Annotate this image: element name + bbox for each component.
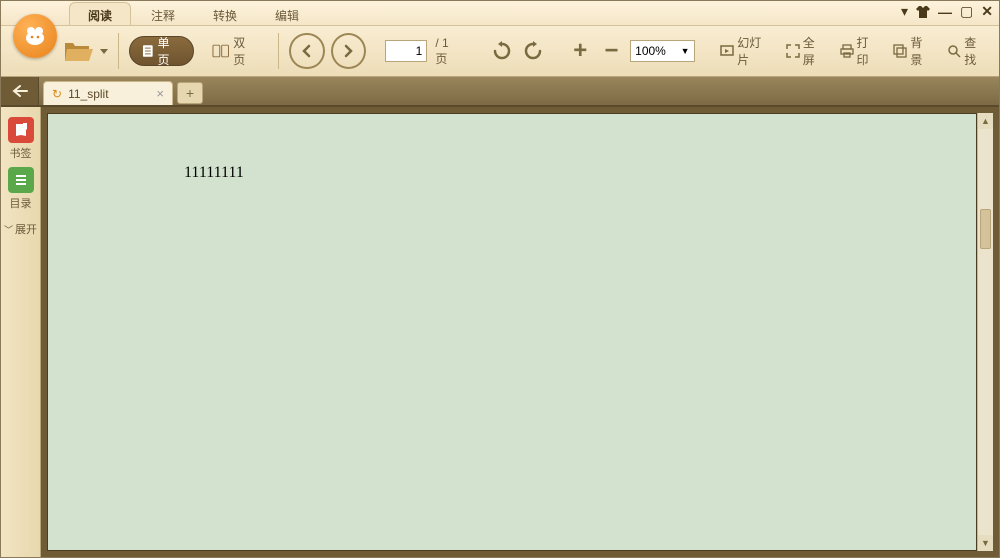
window-controls: ▾ — ▢ ✕ bbox=[901, 3, 993, 20]
slideshow-label: 幻灯片 bbox=[737, 34, 771, 68]
fullscreen-label: 全屏 bbox=[803, 34, 826, 68]
bookmark-label: 书签 bbox=[10, 145, 32, 161]
divider bbox=[118, 33, 119, 69]
open-file-dropdown[interactable] bbox=[100, 49, 108, 54]
toolbar-inner: 单页 双页 / 1页 + bbox=[61, 33, 991, 69]
toc-icon bbox=[8, 167, 34, 193]
bookmark-icon bbox=[8, 117, 34, 143]
background-label: 背景 bbox=[910, 34, 933, 68]
document-viewport[interactable]: 11111111 bbox=[47, 113, 977, 551]
fullscreen-icon bbox=[786, 44, 800, 58]
toc-label: 目录 bbox=[10, 195, 32, 211]
app-window: 阅读 注释 转换 编辑 ▾ — ▢ ✕ 单页 bbox=[0, 0, 1000, 558]
bookmark-button[interactable]: 书签 bbox=[6, 115, 36, 163]
close-icon[interactable]: ✕ bbox=[981, 3, 993, 20]
search-icon bbox=[947, 44, 961, 58]
zoom-out-button[interactable]: − bbox=[599, 38, 624, 64]
divider bbox=[278, 33, 279, 69]
content-wrap: 11111111 ▲ ▼ bbox=[41, 107, 999, 557]
scroll-track[interactable] bbox=[978, 129, 993, 535]
scroll-up-button[interactable]: ▲ bbox=[978, 113, 993, 129]
chevron-down-icon: ▼ bbox=[681, 46, 690, 56]
app-logo[interactable] bbox=[13, 14, 57, 58]
rotate-left-button[interactable] bbox=[489, 38, 514, 64]
print-label: 打印 bbox=[857, 34, 880, 68]
next-page-button[interactable] bbox=[331, 33, 366, 69]
skin-icon[interactable]: ▾ bbox=[901, 3, 908, 20]
page-total-label: / 1页 bbox=[435, 36, 460, 67]
document-tab[interactable]: ↻ 11_split × bbox=[43, 81, 173, 105]
open-file-button[interactable] bbox=[61, 36, 96, 66]
menu-bar: 阅读 注释 转换 编辑 ▾ — ▢ ✕ bbox=[1, 1, 999, 25]
vertical-scrollbar[interactable]: ▲ ▼ bbox=[977, 113, 993, 551]
single-page-button[interactable]: 单页 bbox=[129, 36, 194, 66]
single-page-label: 单页 bbox=[158, 34, 181, 68]
chevron-down-icon: ﹀ bbox=[4, 223, 13, 236]
scroll-down-button[interactable]: ▼ bbox=[978, 535, 993, 551]
body: 书签 目录 ﹀ 展开 11111111 ▲ ▼ bbox=[1, 105, 999, 557]
double-page-button[interactable]: 双页 bbox=[200, 36, 269, 66]
menu-tab-convert[interactable]: 转换 bbox=[195, 3, 255, 26]
zoom-select[interactable]: 100% ▼ bbox=[630, 40, 694, 62]
menu-tab-annotate[interactable]: 注释 bbox=[133, 3, 193, 26]
expand-button[interactable]: ﹀ 展开 bbox=[4, 221, 37, 237]
print-button[interactable]: 打印 bbox=[836, 34, 884, 68]
maximize-icon[interactable]: ▢ bbox=[960, 3, 973, 20]
shirt-icon[interactable] bbox=[916, 6, 930, 18]
page-number-input[interactable] bbox=[385, 40, 427, 62]
toc-button[interactable]: 目录 bbox=[6, 165, 36, 213]
close-tab-icon[interactable]: × bbox=[156, 86, 164, 101]
document-tab-bar: ↻ 11_split × + bbox=[1, 77, 999, 105]
double-page-label: 双页 bbox=[233, 34, 256, 68]
minimize-icon[interactable]: — bbox=[938, 4, 952, 20]
sidebar: 书签 目录 ﹀ 展开 bbox=[1, 107, 41, 557]
new-tab-button[interactable]: + bbox=[177, 82, 203, 104]
background-button[interactable]: 背景 bbox=[889, 34, 937, 68]
menu-tab-read[interactable]: 阅读 bbox=[69, 2, 131, 26]
find-label: 查找 bbox=[964, 34, 987, 68]
document-tab-title: 11_split bbox=[68, 87, 108, 101]
print-icon bbox=[840, 44, 854, 58]
prev-page-button[interactable] bbox=[289, 33, 324, 69]
find-button[interactable]: 查找 bbox=[943, 34, 991, 68]
menu-tab-edit[interactable]: 编辑 bbox=[257, 3, 317, 26]
back-button[interactable] bbox=[1, 77, 39, 105]
rotate-right-button[interactable] bbox=[521, 38, 546, 64]
toolbar: 单页 双页 / 1页 + bbox=[1, 25, 999, 77]
scroll-thumb[interactable] bbox=[980, 209, 991, 249]
fullscreen-button[interactable]: 全屏 bbox=[782, 34, 830, 68]
slideshow-icon bbox=[720, 44, 734, 58]
document-content: 11111111 bbox=[184, 164, 244, 182]
zoom-value: 100% bbox=[635, 44, 666, 58]
reload-icon[interactable]: ↻ bbox=[52, 87, 62, 101]
slideshow-button[interactable]: 幻灯片 bbox=[716, 34, 775, 68]
expand-label: 展开 bbox=[15, 221, 37, 237]
zoom-in-button[interactable]: + bbox=[568, 38, 593, 64]
background-icon bbox=[893, 44, 907, 58]
